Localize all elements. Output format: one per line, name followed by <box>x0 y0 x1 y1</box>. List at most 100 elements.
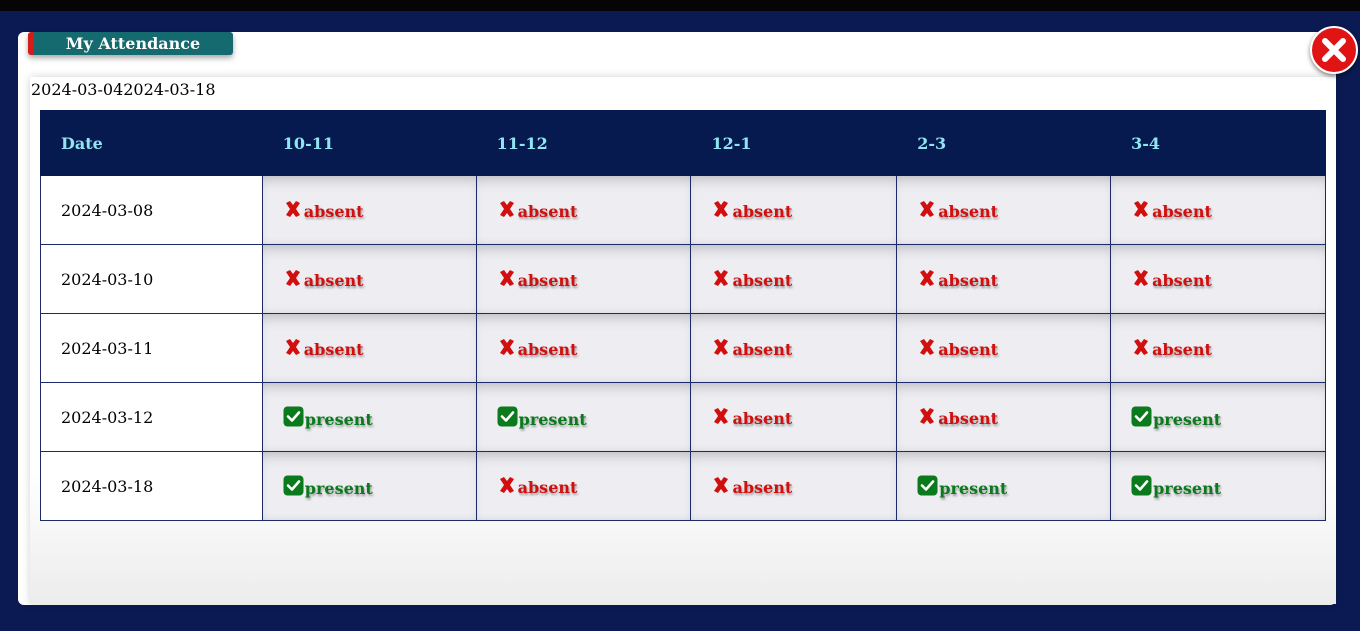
absent-mark: absent <box>711 339 793 359</box>
close-icon <box>1322 38 1346 62</box>
absent-mark: absent <box>1131 339 1212 359</box>
browser-bookmarks-strip <box>0 0 1360 11</box>
present-mark: present <box>497 406 587 429</box>
x-mark-icon <box>714 270 729 286</box>
x-mark-icon <box>714 339 729 355</box>
x-mark-icon <box>499 339 514 355</box>
attendance-cell: absent <box>896 244 1112 314</box>
x-mark-icon <box>920 201 935 217</box>
attendance-cell: absent <box>475 313 692 383</box>
table-row: 2024-03-10 absent absent absent absent absent <box>40 244 1326 314</box>
status-label: absent <box>732 409 793 428</box>
absent-mark: absent <box>1131 201 1212 221</box>
date-cell: 2024-03-10 <box>40 244 263 314</box>
status-label: present <box>304 478 373 498</box>
check-square-icon <box>917 475 938 495</box>
absent-mark: absent <box>711 477 792 497</box>
x-mark-icon <box>285 339 300 355</box>
date-cell: 2024-03-18 <box>40 451 263 521</box>
absent-mark: absent <box>917 201 999 221</box>
table-row: 2024-03-11 absent absent absent absent absent <box>40 313 1326 383</box>
status-label: absent <box>517 340 578 359</box>
present-mark: present <box>917 475 1007 498</box>
x-mark-icon <box>1134 270 1149 286</box>
check-square-icon <box>1131 406 1152 426</box>
absent-mark: absent <box>917 270 999 290</box>
attendance-cell: absent <box>1110 244 1326 314</box>
attendance-cell: present <box>261 382 477 452</box>
status-label: absent <box>732 340 793 359</box>
absent-mark: absent <box>497 201 578 221</box>
status-label: present <box>1153 409 1222 429</box>
attendance-cell: absent <box>261 313 477 383</box>
status-label: absent <box>938 409 999 428</box>
status-label: absent <box>303 340 364 359</box>
present-mark: present <box>1131 406 1222 429</box>
x-mark-icon <box>499 201 514 217</box>
attendance-cell: absent <box>690 244 898 314</box>
status-label: absent <box>303 202 364 221</box>
x-mark-icon <box>1134 201 1149 217</box>
attendance-cell: absent <box>690 175 898 245</box>
table-row: 2024-03-08 absent absent absent absent absent <box>40 175 1326 245</box>
attendance-cell: absent <box>896 175 1112 245</box>
status-label: absent <box>303 271 364 290</box>
table-header-row: Date 10-11 11-12 12-1 2-3 3-4 <box>40 110 1326 176</box>
absent-mark: absent <box>917 408 999 428</box>
date-cell: 2024-03-08 <box>40 175 263 245</box>
absent-mark: absent <box>497 477 578 497</box>
status-label: absent <box>1152 202 1212 221</box>
absent-mark: absent <box>711 408 793 428</box>
status-label: absent <box>938 202 999 221</box>
header-date: Date <box>40 110 263 176</box>
attendance-cell: absent <box>896 382 1112 452</box>
attendance-cell: present <box>1110 382 1326 452</box>
x-mark-icon <box>714 201 729 217</box>
absent-mark: absent <box>1131 270 1212 290</box>
date-from: 2024-03-04 <box>31 80 124 99</box>
absent-mark: absent <box>283 201 364 221</box>
x-mark-icon <box>920 270 935 286</box>
date-cell: 2024-03-12 <box>40 382 263 452</box>
status-label: present <box>304 409 373 429</box>
date-range: 2024-03-042024-03-18 <box>31 80 216 99</box>
table-body: 2024-03-08 absent absent absent absent absent… <box>40 175 1326 521</box>
absent-mark: absent <box>917 339 999 359</box>
status-label: absent <box>517 202 578 221</box>
status-label: absent <box>938 340 999 359</box>
check-square-icon <box>497 406 518 426</box>
status-label: absent <box>1152 271 1212 290</box>
status-label: present <box>1153 478 1222 498</box>
status-label: absent <box>732 202 793 221</box>
attendance-cell: absent <box>690 382 898 452</box>
header-period: 3-4 <box>1110 110 1326 176</box>
table-row: 2024-03-12 present present absent absent pres… <box>40 382 1326 452</box>
absent-mark: absent <box>711 201 793 221</box>
header-period: 10-11 <box>261 110 477 176</box>
x-mark-icon <box>1134 339 1149 355</box>
present-mark: present <box>283 475 373 498</box>
modal-title: My Attendance <box>28 32 233 55</box>
close-button[interactable] <box>1310 26 1358 74</box>
status-label: absent <box>732 271 793 290</box>
header-period: 11-12 <box>475 110 692 176</box>
header-period: 2-3 <box>896 110 1112 176</box>
check-square-icon <box>283 475 304 495</box>
x-mark-icon <box>499 270 514 286</box>
present-mark: present <box>283 406 373 429</box>
x-mark-icon <box>920 408 935 424</box>
attendance-cell: present <box>896 451 1112 521</box>
attendance-cell: absent <box>896 313 1112 383</box>
x-mark-icon <box>499 477 514 493</box>
status-label: present <box>518 409 587 429</box>
check-square-icon <box>283 406 304 426</box>
status-label: absent <box>938 271 999 290</box>
x-mark-icon <box>285 201 300 217</box>
attendance-cell: present <box>475 382 692 452</box>
attendance-cell: absent <box>690 451 898 521</box>
status-label: absent <box>517 478 578 497</box>
x-mark-icon <box>714 477 729 493</box>
attendance-cell: absent <box>261 244 477 314</box>
date-cell: 2024-03-11 <box>40 313 263 383</box>
status-label: absent <box>517 271 578 290</box>
